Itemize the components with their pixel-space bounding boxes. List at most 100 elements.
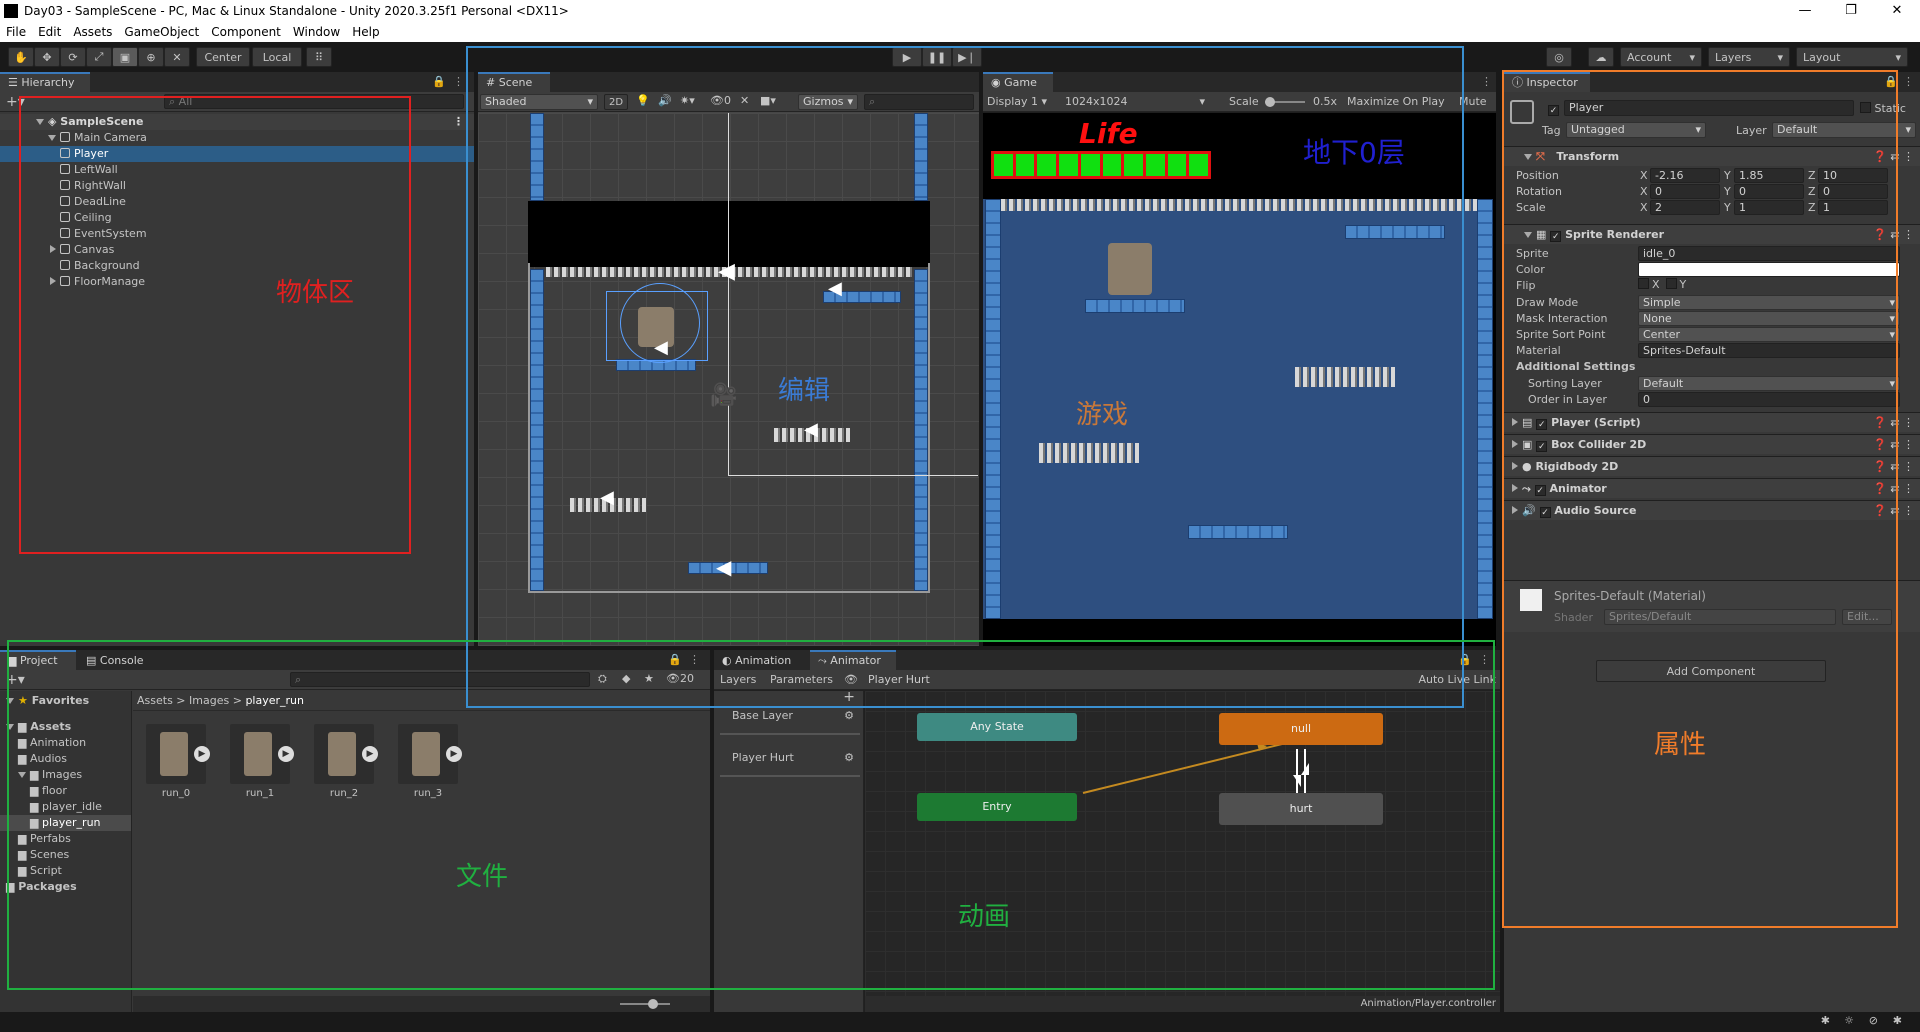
- tab-animator[interactable]: ⤳ Animator: [810, 650, 896, 670]
- scene-canvas[interactable]: ◀ ◀ ◀ ◀ ◀ ◀ 🎥: [478, 113, 979, 646]
- order-in-layer-field[interactable]: 0: [1638, 391, 1900, 407]
- component-enabled-checkbox[interactable]: ✓: [1539, 507, 1551, 518]
- more-options-icon[interactable]: ⋮: [1903, 75, 1914, 88]
- project-folder-row[interactable]: ▆ Packages: [0, 879, 131, 895]
- expand-icon[interactable]: [18, 772, 26, 778]
- component-menu-icon[interactable]: ❓ ⇄ ⋮: [1873, 435, 1914, 454]
- component-header[interactable]: ▣ ✓ Box Collider 2D ❓ ⇄ ⋮: [1504, 434, 1920, 454]
- component-header[interactable]: 🔊 ✓ Audio Source ❓ ⇄ ⋮: [1504, 500, 1920, 520]
- play-button[interactable]: ▶: [892, 47, 922, 67]
- menu-window[interactable]: Window: [293, 25, 340, 39]
- scale-tool-icon[interactable]: ⤢: [86, 47, 112, 67]
- sprite-field[interactable]: idle_0: [1638, 246, 1900, 261]
- project-folder-row[interactable]: ▆ floor: [0, 783, 131, 799]
- expand-icon[interactable]: [36, 119, 44, 125]
- menu-component[interactable]: Component: [211, 25, 281, 39]
- scene-root-row[interactable]: ◈ SampleScene ⋮: [0, 114, 474, 130]
- flip-x-checkbox[interactable]: [1638, 278, 1649, 290]
- camera-icon[interactable]: ■▾: [760, 94, 776, 107]
- expand-icon[interactable]: [6, 724, 14, 730]
- transform-rotation-y-field[interactable]: 0: [1734, 184, 1804, 199]
- effects-icon[interactable]: ✷▾: [680, 94, 695, 107]
- check-icon[interactable]: ✓: [1550, 231, 1562, 242]
- lock-icon[interactable]: 🔒: [1884, 75, 1898, 88]
- thumbnail-size-slider[interactable]: [620, 999, 670, 1009]
- scene-search-input[interactable]: ⌕: [864, 94, 974, 110]
- gear-icon[interactable]: ⚙: [844, 705, 854, 727]
- tab-game[interactable]: ◉ Game: [983, 72, 1053, 92]
- collapse-icon[interactable]: [1512, 484, 1518, 492]
- state-graph[interactable]: Any State null Entry hurt: [865, 691, 1500, 996]
- more-options-icon[interactable]: ⋮: [1481, 75, 1492, 88]
- hidden-objects-icon[interactable]: 👁0: [710, 94, 731, 107]
- project-folder-row[interactable]: ▆ player_idle: [0, 799, 131, 815]
- transform-scale-y-field[interactable]: 1: [1734, 200, 1804, 215]
- tag-dropdown[interactable]: Untagged ▾: [1566, 122, 1706, 138]
- project-folder-row[interactable]: ▆ Animation: [0, 735, 131, 751]
- additional-settings-label[interactable]: Additional Settings: [1516, 360, 1635, 373]
- collapse-icon[interactable]: [1512, 462, 1518, 470]
- auto-live-link-button[interactable]: Auto Live Link: [1418, 670, 1496, 690]
- layer-item-base[interactable]: Base Layer ⚙: [720, 705, 860, 735]
- collab-icon[interactable]: ◎: [1546, 47, 1572, 67]
- color-field[interactable]: [1638, 262, 1900, 278]
- component-menu-icon[interactable]: ❓ ⇄ ⋮: [1873, 479, 1914, 498]
- favorites-row[interactable]: ★ Favorites: [0, 693, 131, 709]
- grid-snap-icon[interactable]: ⠿: [306, 47, 332, 67]
- sprite-renderer-header[interactable]: ▦ ✓ Sprite Renderer ❓ ⇄ ⋮: [1504, 224, 1920, 244]
- mask-interaction-dropdown[interactable]: None ▾: [1638, 310, 1900, 326]
- asset-thumbnail[interactable]: ▶: [314, 724, 378, 784]
- breadcrumb-item[interactable]: player_run: [245, 694, 304, 707]
- component-menu-icon[interactable]: ❓ ⇄ ⋮: [1873, 413, 1914, 432]
- menu-gameobject[interactable]: GameObject: [124, 25, 199, 39]
- layer-item-player-hurt[interactable]: Player Hurt ⚙: [720, 747, 860, 777]
- maximize-on-play-toggle[interactable]: Maximize On Play: [1347, 92, 1445, 112]
- gizmos-dropdown[interactable]: Gizmos ▾: [798, 94, 858, 110]
- filter-type-icon[interactable]: ⛭: [598, 672, 607, 686]
- transform-position-y-field[interactable]: 1.85: [1734, 168, 1804, 183]
- tab-project[interactable]: ▆ Project: [0, 650, 76, 670]
- game-canvas[interactable]: Life 地下0层: [983, 113, 1496, 646]
- menu-edit[interactable]: Edit: [38, 25, 61, 39]
- hierarchy-row[interactable]: RightWall: [0, 178, 474, 194]
- asset-thumbnail[interactable]: ▶: [398, 724, 462, 784]
- static-checkbox[interactable]: Static: [1860, 102, 1906, 115]
- rect-tool-icon[interactable]: ▣: [112, 47, 138, 67]
- transform-scale-z-field[interactable]: 1: [1818, 200, 1888, 215]
- layer-dropdown[interactable]: Default ▾: [1772, 122, 1916, 138]
- expand-icon[interactable]: [48, 135, 56, 141]
- lock-icon[interactable]: 🔒: [1458, 653, 1472, 666]
- shader-edit-button[interactable]: Edit...: [1842, 609, 1892, 625]
- component-header[interactable]: ▤ ✓ Player (Script) ❓ ⇄ ⋮: [1504, 412, 1920, 432]
- component-menu-icon[interactable]: ❓ ⇄ ⋮: [1873, 457, 1914, 476]
- component-menu-icon[interactable]: ❓ ⇄ ⋮: [1873, 501, 1914, 520]
- more-options-icon[interactable]: ⋮: [689, 653, 700, 666]
- menu-help[interactable]: Help: [352, 25, 379, 39]
- hierarchy-search-input[interactable]: ⌕ All: [164, 94, 464, 109]
- maximize-button[interactable]: ❐: [1828, 0, 1874, 22]
- custom-tool-icon[interactable]: ✕: [164, 47, 190, 67]
- asset-thumbnail[interactable]: ▶: [146, 724, 210, 784]
- add-plus-icon[interactable]: +▾: [6, 94, 25, 110]
- audio-icon[interactable]: 🔊: [658, 94, 672, 107]
- tab-animation[interactable]: ◐ Animation: [714, 650, 810, 670]
- parameters-tab[interactable]: Parameters: [770, 670, 833, 690]
- collapse-icon[interactable]: [50, 245, 56, 253]
- menu-file[interactable]: File: [6, 25, 26, 39]
- transform-rotation-z-field[interactable]: 0: [1818, 184, 1888, 199]
- layout-dropdown[interactable]: Layout ▾: [1796, 47, 1908, 67]
- hierarchy-row[interactable]: EventSystem: [0, 226, 474, 242]
- component-enabled-checkbox[interactable]: ✓: [1534, 485, 1546, 496]
- null-state-node[interactable]: null: [1219, 713, 1383, 745]
- tab-scene[interactable]: # Scene: [478, 72, 550, 92]
- component-menu-icon[interactable]: ❓ ⇄ ⋮: [1873, 147, 1914, 166]
- 2d-toggle-button[interactable]: 2D: [604, 94, 628, 110]
- add-component-button[interactable]: Add Component: [1596, 660, 1826, 682]
- pivot-center-button[interactable]: Center: [196, 47, 250, 67]
- more-options-icon[interactable]: ⋮: [453, 114, 464, 130]
- scale-slider[interactable]: [1265, 97, 1305, 107]
- menu-assets[interactable]: Assets: [73, 25, 112, 39]
- object-name-field[interactable]: Player: [1564, 100, 1854, 116]
- hierarchy-row[interactable]: LeftWall: [0, 162, 474, 178]
- component-menu-icon[interactable]: ❓ ⇄ ⋮: [1873, 225, 1914, 244]
